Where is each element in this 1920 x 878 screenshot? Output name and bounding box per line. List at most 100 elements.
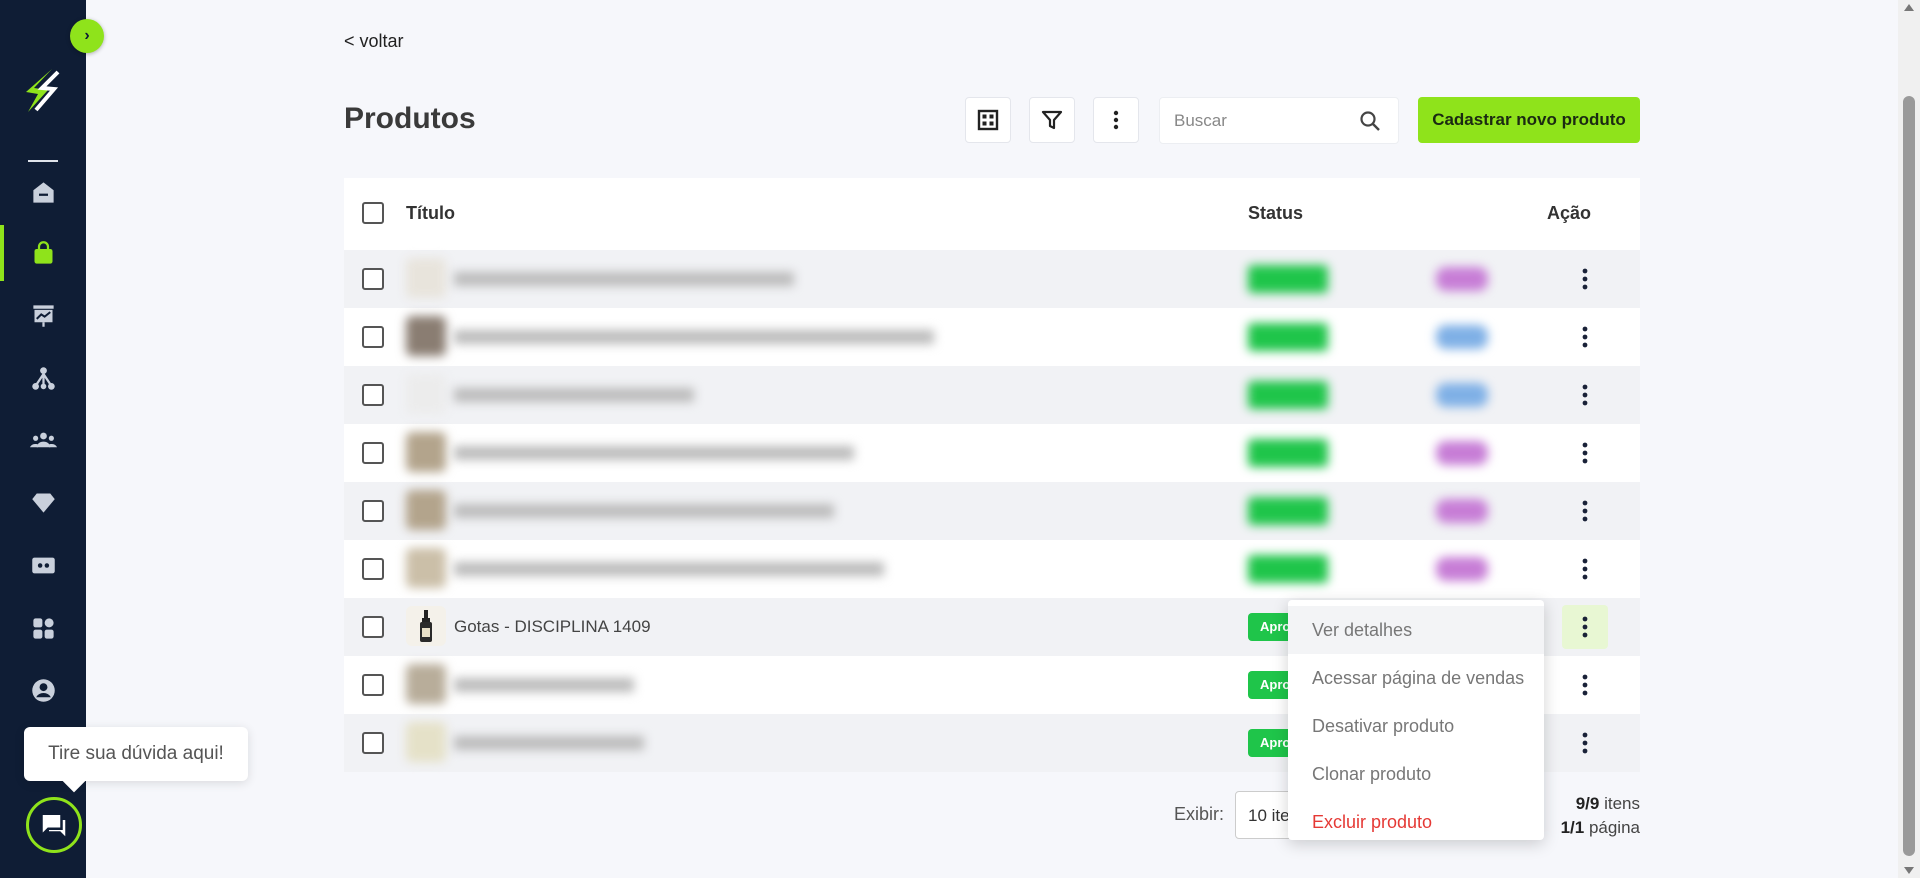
row-actions-button[interactable] (1563, 666, 1607, 704)
table-row (344, 250, 1640, 308)
product-tag (1436, 383, 1488, 407)
row-checkbox[interactable] (362, 616, 384, 638)
chevron-right-icon: › (84, 27, 90, 44)
page-title: Produtos (344, 102, 476, 135)
pages-label: página (1588, 818, 1640, 837)
scroll-up-arrow-icon[interactable] (1904, 4, 1914, 11)
sidebar-item-users[interactable] (0, 412, 86, 468)
row-checkbox[interactable] (362, 732, 384, 754)
help-tooltip: Tire sua dúvida aqui! (24, 727, 248, 781)
sidebar-item-home[interactable] (0, 164, 86, 220)
row-checkbox[interactable] (362, 674, 384, 696)
sidebar-item-products[interactable] (0, 225, 86, 281)
header-title: Título (406, 203, 455, 223)
product-title-redacted (454, 678, 634, 692)
product-title-redacted (454, 446, 854, 460)
row-checkbox[interactable] (362, 384, 384, 406)
product-title-redacted (454, 388, 694, 402)
status-badge (1248, 439, 1328, 467)
row-checkbox[interactable] (362, 442, 384, 464)
search-input[interactable] (1160, 98, 1350, 143)
sidebar-divider (28, 160, 58, 162)
product-title[interactable]: Gotas - DISCIPLINA 1409 (454, 617, 651, 637)
header-status: Status (1248, 203, 1304, 223)
product-title-redacted (454, 272, 794, 286)
menu-item-view-details[interactable]: Ver detalhes (1288, 606, 1544, 654)
menu-item-clone[interactable]: Clonar produto (1288, 750, 1544, 798)
users-icon (29, 432, 57, 447)
filter-icon (1041, 110, 1063, 130)
product-tag (1436, 267, 1488, 291)
sidebar-item-reports[interactable] (0, 287, 86, 343)
kebab-menu-icon (1582, 616, 1588, 638)
page-scrollbar[interactable] (1898, 0, 1920, 878)
sidebar-item-network[interactable] (0, 350, 86, 406)
status-badge (1248, 555, 1328, 583)
product-thumbnail (406, 432, 446, 472)
shopping-bag-icon (34, 240, 52, 264)
table-header: Título Status Ação (344, 178, 1640, 250)
status-badge (1248, 323, 1328, 351)
menu-item-deactivate[interactable]: Desativar produto (1288, 702, 1544, 750)
status-badge (1248, 381, 1328, 409)
back-link[interactable]: < voltar (344, 31, 404, 52)
row-checkbox[interactable] (362, 558, 384, 580)
table-row (344, 540, 1640, 598)
help-tooltip-text: Tire sua dúvida aqui! (48, 743, 224, 764)
network-icon (31, 366, 55, 390)
status-badge (1248, 497, 1328, 525)
row-checkbox[interactable] (362, 268, 384, 290)
row-actions-button[interactable] (1563, 550, 1607, 588)
filter-button[interactable] (1029, 97, 1075, 143)
apps-grid-icon (32, 617, 54, 639)
dropper-bottle-icon (420, 610, 432, 642)
menu-item-delete[interactable]: Excluir produto (1288, 798, 1544, 846)
product-thumbnail (406, 316, 446, 356)
table-row (344, 308, 1640, 366)
product-tag (1436, 557, 1488, 581)
row-actions-button[interactable] (1563, 434, 1607, 472)
product-title-redacted (454, 736, 644, 750)
kebab-menu-icon (1582, 442, 1588, 464)
kebab-menu-icon (1582, 674, 1588, 696)
row-actions-button[interactable] (1563, 260, 1607, 298)
presentation-chart-icon (32, 304, 54, 327)
status-badge (1248, 265, 1328, 293)
chat-button[interactable] (26, 797, 82, 853)
product-title-redacted (454, 504, 834, 518)
product-thumbnail (406, 490, 446, 530)
scroll-down-arrow-icon[interactable] (1904, 867, 1914, 874)
search-icon[interactable] (1358, 109, 1382, 133)
product-thumbnail (406, 258, 446, 298)
sidebar-item-tickets[interactable] (0, 537, 86, 593)
sidebar-item-premium[interactable] (0, 474, 86, 530)
row-checkbox[interactable] (362, 500, 384, 522)
kebab-menu-icon (1582, 384, 1588, 406)
product-thumbnail (406, 664, 446, 704)
select-all-checkbox[interactable] (362, 202, 384, 224)
pages-count: 1/1 (1560, 818, 1585, 837)
scrollbar-thumb[interactable] (1903, 96, 1915, 856)
chat-icon (42, 815, 66, 837)
row-actions-button[interactable] (1563, 724, 1607, 762)
product-thumbnail (406, 606, 446, 646)
sidebar-toggle-button[interactable]: › (70, 19, 104, 53)
row-actions-button[interactable] (1563, 492, 1607, 530)
row-actions-button[interactable] (1563, 376, 1607, 414)
product-tag (1436, 441, 1488, 465)
row-actions-button[interactable] (1563, 318, 1607, 356)
page-size-label: Exibir: (1174, 804, 1225, 824)
product-tag (1436, 325, 1488, 349)
sidebar-item-apps[interactable] (0, 600, 86, 656)
kebab-menu-icon (1582, 268, 1588, 290)
menu-item-sales-page[interactable]: Acessar página de vendas (1288, 654, 1544, 702)
row-actions-button[interactable] (1562, 605, 1608, 649)
grid-view-button[interactable] (965, 97, 1011, 143)
row-checkbox[interactable] (362, 326, 384, 348)
kebab-menu-icon (1582, 732, 1588, 754)
product-tag (1436, 499, 1488, 523)
add-product-button[interactable]: Cadastrar novo produto (1418, 97, 1640, 143)
more-options-button[interactable] (1093, 97, 1139, 143)
sidebar-item-profile[interactable] (0, 662, 86, 718)
home-icon (32, 181, 54, 203)
